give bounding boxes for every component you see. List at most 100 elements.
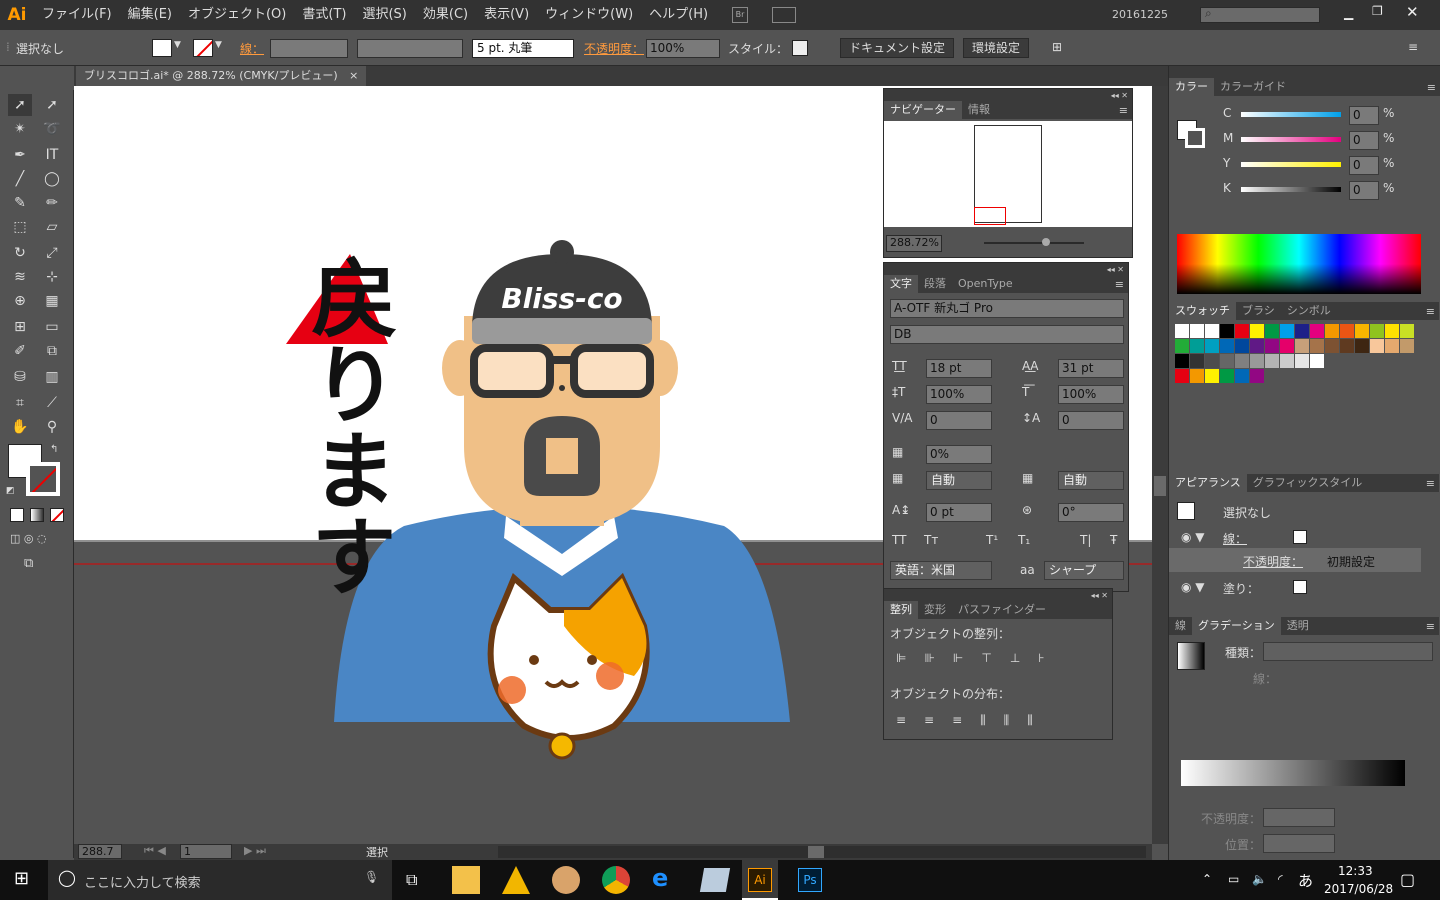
preferences-button[interactable]: 環境設定 xyxy=(963,38,1030,58)
artboard-tool-icon[interactable]: ⌗ xyxy=(8,392,32,414)
baseline-shift-field[interactable]: 0 pt xyxy=(926,503,992,522)
menu-file[interactable]: ファイル(F) xyxy=(34,0,120,30)
minimize-icon[interactable]: ▁ xyxy=(1344,6,1353,20)
close-icon[interactable]: ✕ xyxy=(1406,3,1419,21)
color-spectrum[interactable] xyxy=(1177,234,1421,294)
panel-menu-icon[interactable]: ≡ xyxy=(1426,305,1439,318)
panel-collapse-bar[interactable]: ◂◂ ✕ xyxy=(884,89,1132,101)
chevron-down-icon[interactable]: ▼ xyxy=(174,40,181,50)
tab-character[interactable]: 文字 xyxy=(884,275,918,293)
eye-icon[interactable]: ◉ ▼ xyxy=(1181,580,1205,594)
symbol-sprayer-icon[interactable]: ⛁ xyxy=(8,366,32,388)
clock-time[interactable]: 12:33 xyxy=(1338,864,1373,878)
character-rotation-field[interactable]: 0° xyxy=(1058,503,1124,522)
horizontal-scrollbar[interactable] xyxy=(498,846,1146,858)
line-tool-icon[interactable]: ╱ xyxy=(8,168,32,190)
view-box[interactable] xyxy=(974,207,1006,225)
menu-edit[interactable]: 編集(E) xyxy=(120,0,180,30)
slider-k[interactable]: K 0% xyxy=(1219,181,1439,203)
stroke-weight-field[interactable] xyxy=(270,39,348,58)
eraser-icon[interactable]: ▱ xyxy=(40,216,64,238)
chevron-up-icon[interactable]: ⌃ xyxy=(1202,872,1212,886)
stroke-swatch[interactable] xyxy=(193,39,213,57)
slider-c[interactable]: C 0% xyxy=(1219,106,1439,128)
panel-collapse-bar[interactable]: ◂◂ ✕ xyxy=(884,589,1112,601)
panel-menu-icon[interactable]: ≡ xyxy=(1426,477,1439,490)
notifications-icon[interactable]: ▢ xyxy=(1400,870,1415,889)
antialias-select[interactable]: シャープ xyxy=(1044,561,1124,580)
graph-tool-icon[interactable]: ▥ xyxy=(40,366,64,388)
appearance-stroke-swatch[interactable] xyxy=(1293,530,1307,544)
font-style-select[interactable]: DB xyxy=(890,325,1124,344)
task-view-icon[interactable]: ⧉ xyxy=(406,870,417,890)
variable-width-field[interactable] xyxy=(357,39,463,58)
artboard-nav-last-icon[interactable]: ▶ ⏭ xyxy=(244,844,266,858)
gradient-thumbnail[interactable] xyxy=(1177,642,1205,670)
eye-icon[interactable]: ◉ ▼ xyxy=(1181,530,1205,544)
restore-icon[interactable]: ❐ xyxy=(1372,4,1383,18)
artboard-number-field[interactable]: 1 xyxy=(180,844,232,859)
default-colors-icon[interactable]: ◩ xyxy=(6,486,15,496)
ellipse-tool-icon[interactable]: ◯ xyxy=(40,168,64,190)
screen-mode-icon[interactable]: ⧉ xyxy=(24,556,33,571)
gradient-type-select[interactable] xyxy=(1263,642,1433,661)
menu-type[interactable]: 書式(T) xyxy=(294,0,354,30)
pencil-icon[interactable]: ✏ xyxy=(40,192,64,214)
menu-select[interactable]: 選択(S) xyxy=(354,0,414,30)
menu-object[interactable]: オブジェクト(O) xyxy=(180,0,294,30)
aki-right-select[interactable]: 自動 xyxy=(1058,471,1124,490)
stroke-color-box[interactable] xyxy=(26,462,60,496)
tab-transform[interactable]: 変形 xyxy=(918,601,952,619)
tab-symbols[interactable]: シンボル xyxy=(1281,302,1337,320)
width-tool-icon[interactable]: ≋ xyxy=(8,266,32,288)
opacity-field[interactable]: 100% xyxy=(646,39,720,58)
taskbar-photoshop[interactable]: Ps xyxy=(792,860,828,900)
language-select[interactable]: 英語：米国 xyxy=(890,561,992,580)
align-buttons-icon[interactable]: ⊫⊪⊩⊤⊥⊦ xyxy=(896,651,1063,665)
gradient-mode-icon[interactable] xyxy=(30,508,44,522)
artboard-nav-first-icon[interactable]: ⏮ ◀ xyxy=(144,844,166,858)
all-caps-button[interactable]: TT xyxy=(892,533,906,547)
aki-left-select[interactable]: 自動 xyxy=(926,471,992,490)
font-family-select[interactable]: A-OTF 新丸ゴ Pro xyxy=(890,299,1124,318)
menu-effect[interactable]: 効果(C) xyxy=(415,0,476,30)
volume-icon[interactable]: 🔈 xyxy=(1252,872,1267,886)
drive-icon[interactable] xyxy=(502,866,530,894)
panel-menu-icon[interactable]: ≡ xyxy=(1426,620,1439,633)
vertical-scale-field[interactable]: 100% xyxy=(926,385,992,404)
tab-transparency[interactable]: 透明 xyxy=(1281,617,1315,635)
document-tab[interactable]: ブリスコロゴ.ai* @ 288.72% (CMYK/プレビュー) × xyxy=(76,66,367,86)
horizontal-scale-field[interactable]: 100% xyxy=(1058,385,1124,404)
workspace-switcher[interactable]: 20161225 xyxy=(1112,0,1168,30)
tab-color-guide[interactable]: カラーガイド xyxy=(1214,78,1292,96)
vertical-back-text[interactable]: 戻ります xyxy=(296,254,397,598)
tab-opentype[interactable]: OpenType xyxy=(952,275,1019,293)
shape-builder-icon[interactable]: ⊕ xyxy=(8,290,32,312)
magic-wand-icon[interactable]: ✴ xyxy=(8,118,32,140)
superscript-button[interactable]: T¹ xyxy=(986,533,998,547)
tab-brushes[interactable]: ブラシ xyxy=(1236,302,1281,320)
panel-menu-icon[interactable]: ≡ xyxy=(1427,81,1440,94)
ime-indicator[interactable]: あ xyxy=(1298,870,1313,891)
gradient-opacity-field[interactable] xyxy=(1263,808,1335,827)
mesh-icon[interactable]: ⊞ xyxy=(8,316,32,338)
brush-select[interactable]: 5 pt. 丸筆 xyxy=(472,39,574,58)
close-icon[interactable]: × xyxy=(349,69,358,82)
none-mode-icon[interactable] xyxy=(50,508,64,522)
direct-selection-tool-icon[interactable]: ➚ xyxy=(40,94,64,116)
color-mode-icon[interactable] xyxy=(10,508,24,522)
slider-m[interactable]: M 0% xyxy=(1219,131,1439,153)
menu-help[interactable]: ヘルプ(H) xyxy=(641,0,716,30)
lasso-icon[interactable]: ➰ xyxy=(40,118,64,140)
internet-explorer-icon[interactable]: e xyxy=(652,864,668,892)
tab-color[interactable]: カラー xyxy=(1169,78,1214,96)
tracking-field[interactable]: 0 xyxy=(1058,411,1124,430)
navigator-zoom-field[interactable]: 288.72% xyxy=(886,235,942,252)
panel-menu-icon[interactable]: ≡ xyxy=(1115,278,1128,291)
arrange-documents-icon[interactable] xyxy=(772,7,796,23)
appearance-opacity-row[interactable]: 不透明度： 初期設定 xyxy=(1169,548,1421,572)
menu-window[interactable]: ウィンドウ(W) xyxy=(537,0,641,30)
tab-navigator[interactable]: ナビゲーター xyxy=(884,101,962,119)
zoom-tool-icon[interactable]: ⚲ xyxy=(40,416,64,438)
gradient-slider[interactable] xyxy=(1181,760,1405,786)
